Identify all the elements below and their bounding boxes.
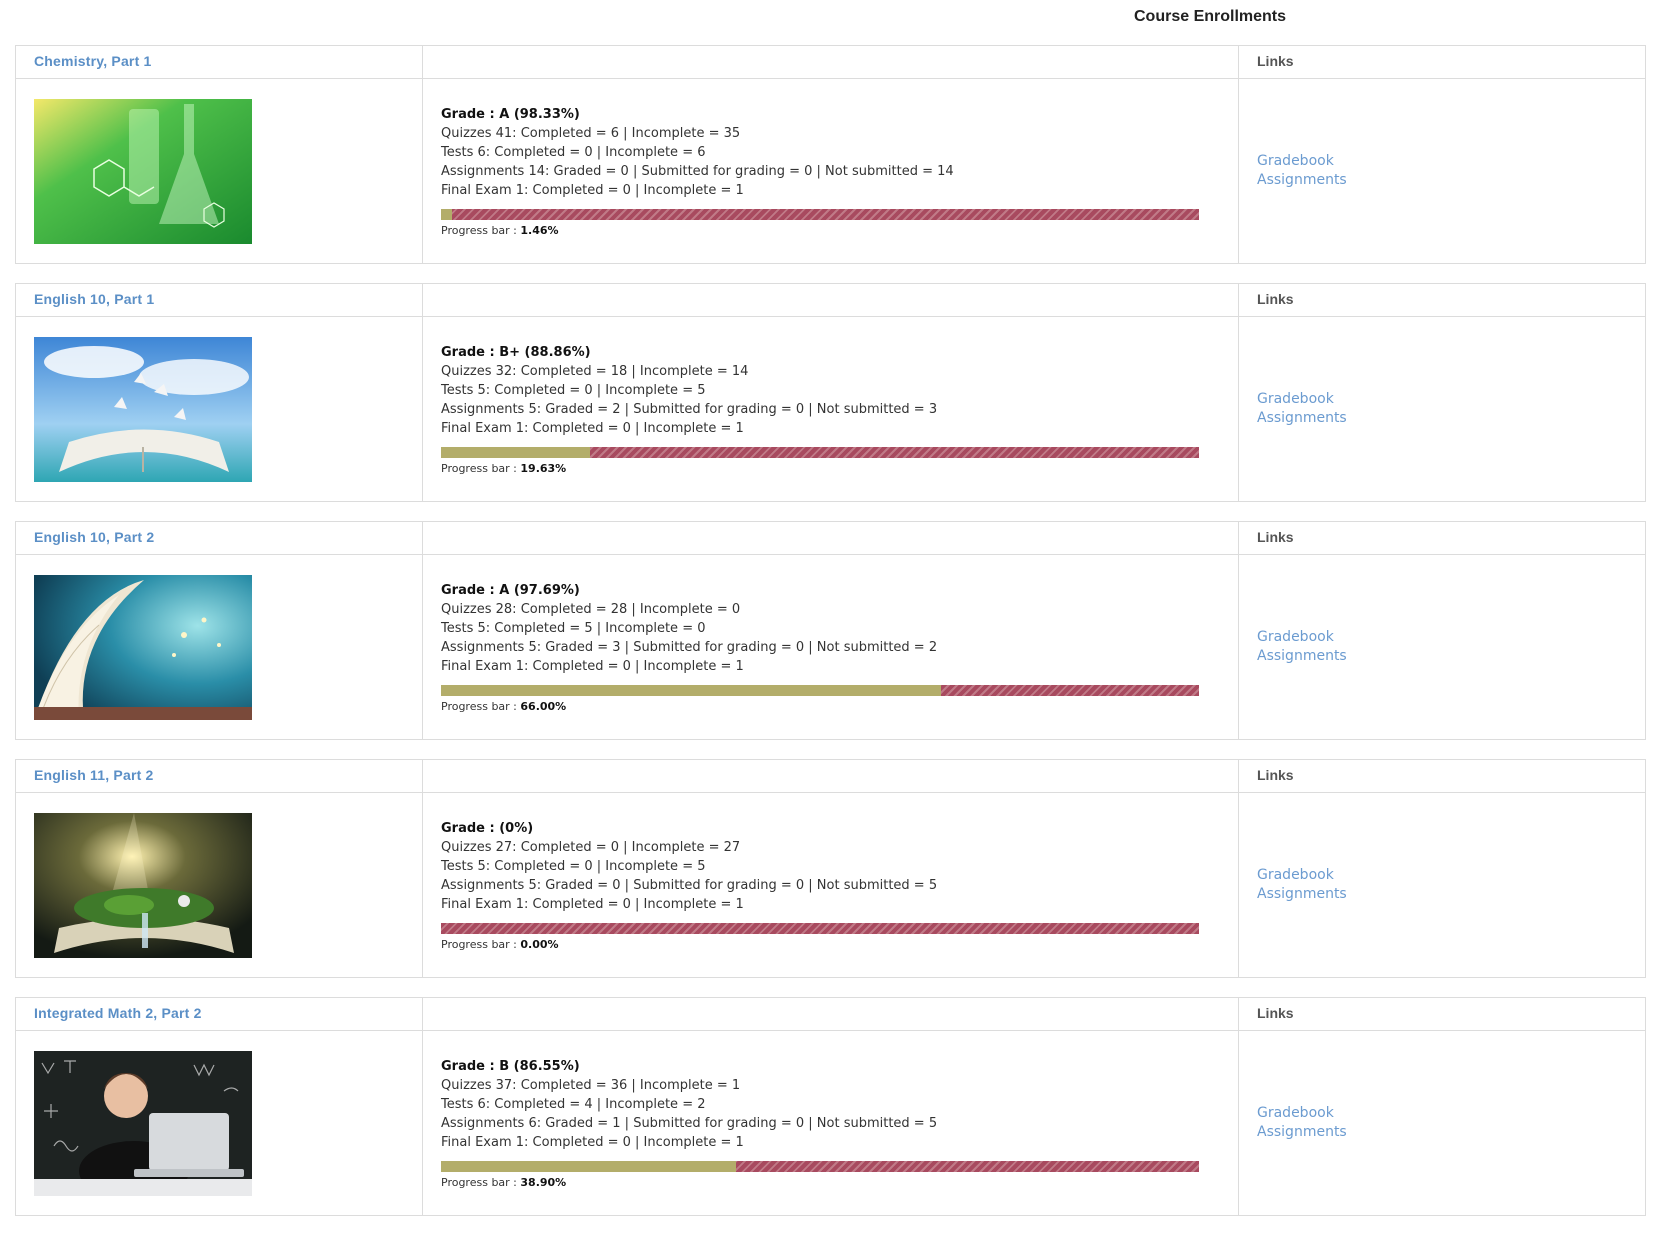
assignments-summary: Assignments 14: Graded = 0 | Submitted f… [441, 164, 954, 179]
progress-value: 66.00% [520, 700, 567, 713]
chemistry-glassware-image[interactable] [34, 98, 252, 244]
course-grade: Grade : B (86.55%) [441, 1059, 580, 1074]
tests-summary: Tests 6: Completed = 0 | Incomplete = 6 [441, 145, 706, 160]
assignments-summary: Assignments 5: Graded = 3 | Submitted fo… [441, 640, 938, 655]
links-header: Links [1257, 53, 1294, 69]
progress-label: Progress bar : [441, 700, 517, 713]
progress-bar [441, 447, 1199, 458]
final-exam-summary: Final Exam 1: Completed = 0 | Incomplete… [441, 659, 744, 674]
progress-bar [441, 209, 1199, 220]
progress-bar [441, 685, 1199, 696]
links-header: Links [1257, 767, 1294, 783]
progress-label: Progress bar : [441, 224, 517, 237]
progress-value: 19.63% [520, 462, 567, 475]
gradebook-link[interactable]: Gradebook [1257, 1104, 1645, 1123]
final-exam-summary: Final Exam 1: Completed = 0 | Incomplete… [441, 421, 744, 436]
assignments-link[interactable]: Assignments [1257, 171, 1645, 190]
assignments-summary: Assignments 5: Graded = 2 | Submitted fo… [441, 402, 938, 417]
final-exam-summary: Final Exam 1: Completed = 0 | Incomplete… [441, 897, 744, 912]
progress-label: Progress bar : [441, 938, 517, 951]
progress-value: 0.00% [520, 938, 559, 951]
course-card: English 11, Part 2 Links Grade: (0%) Qu… [15, 759, 1646, 978]
progress-bar-fill [441, 209, 453, 220]
progress-bar-fill [441, 447, 590, 458]
quizzes-summary: Quizzes 28: Completed = 28 | Incomplete … [441, 602, 741, 617]
progress-bar [441, 1161, 1199, 1172]
assignments-summary: Assignments 6: Graded = 1 | Submitted fo… [441, 1116, 938, 1131]
header-spacer [422, 45, 1239, 79]
quizzes-summary: Quizzes 27: Completed = 0 | Incomplete =… [441, 840, 741, 855]
book-butterflies-sky-image[interactable] [34, 336, 252, 482]
tests-summary: Tests 5: Completed = 0 | Incomplete = 5 [441, 859, 706, 874]
header-spacer [422, 997, 1239, 1031]
assignments-link[interactable]: Assignments [1257, 885, 1645, 904]
final-exam-summary: Final Exam 1: Completed = 0 | Incomplete… [441, 183, 744, 198]
progress-label: Progress bar : [441, 462, 517, 475]
progress-bar [441, 923, 1199, 934]
fantasy-forest-book-image[interactable] [34, 812, 252, 958]
course-list: Chemistry, Part 1 Links Grade: A (98.33… [15, 45, 1646, 1235]
course-grade: Grade : B+ (88.86%) [441, 345, 591, 360]
gradebook-link[interactable]: Gradebook [1257, 866, 1645, 885]
links-header: Links [1257, 1005, 1294, 1021]
header-spacer [422, 283, 1239, 317]
tests-summary: Tests 5: Completed = 0 | Incomplete = 5 [441, 383, 706, 398]
course-grade: Grade : (0%) [441, 821, 534, 836]
links-header: Links [1257, 291, 1294, 307]
page-title: Course Enrollments [1134, 8, 1287, 25]
assignments-link[interactable]: Assignments [1257, 647, 1645, 666]
progress-bar-fill [441, 685, 942, 696]
header-spacer [422, 759, 1239, 793]
gradebook-link[interactable]: Gradebook [1257, 390, 1645, 409]
quizzes-summary: Quizzes 32: Completed = 18 | Incomplete … [441, 364, 749, 379]
assignments-link[interactable]: Assignments [1257, 1123, 1645, 1142]
open-book-pages-image[interactable] [34, 574, 252, 720]
assignments-summary: Assignments 5: Graded = 0 | Submitted fo… [441, 878, 938, 893]
links-header: Links [1257, 529, 1294, 545]
progress-label: Progress bar : [441, 1176, 517, 1189]
course-title-link[interactable]: English 10, Part 2 [16, 529, 154, 545]
progress-value: 1.46% [520, 224, 559, 237]
progress-value: 38.90% [520, 1176, 567, 1189]
progress-bar-fill [441, 1161, 736, 1172]
course-grade: Grade : A (98.33%) [441, 107, 580, 122]
course-title-link[interactable]: Chemistry, Part 1 [16, 53, 152, 69]
tests-summary: Tests 6: Completed = 4 | Incomplete = 2 [441, 1097, 706, 1112]
student-laptop-chalkboard-image[interactable] [34, 1050, 252, 1196]
course-card: English 10, Part 1 Links Grade: B+ (88.… [15, 283, 1646, 502]
course-title-link[interactable]: Integrated Math 2, Part 2 [16, 1005, 202, 1021]
header-spacer [422, 521, 1239, 555]
tests-summary: Tests 5: Completed = 5 | Incomplete = 0 [441, 621, 706, 636]
course-card: English 10, Part 2 Links Grade: A (97.6… [15, 521, 1646, 740]
quizzes-summary: Quizzes 41: Completed = 6 | Incomplete =… [441, 126, 741, 141]
assignments-link[interactable]: Assignments [1257, 409, 1645, 428]
course-card: Chemistry, Part 1 Links Grade: A (98.33… [15, 45, 1646, 264]
course-title-link[interactable]: English 11, Part 2 [16, 767, 154, 783]
quizzes-summary: Quizzes 37: Completed = 36 | Incomplete … [441, 1078, 741, 1093]
course-title-link[interactable]: English 10, Part 1 [16, 291, 154, 307]
course-grade: Grade : A (97.69%) [441, 583, 580, 598]
course-card: Integrated Math 2, Part 2 Links Grade: … [15, 997, 1646, 1216]
gradebook-link[interactable]: Gradebook [1257, 628, 1645, 647]
final-exam-summary: Final Exam 1: Completed = 0 | Incomplete… [441, 1135, 744, 1150]
gradebook-link[interactable]: Gradebook [1257, 152, 1645, 171]
